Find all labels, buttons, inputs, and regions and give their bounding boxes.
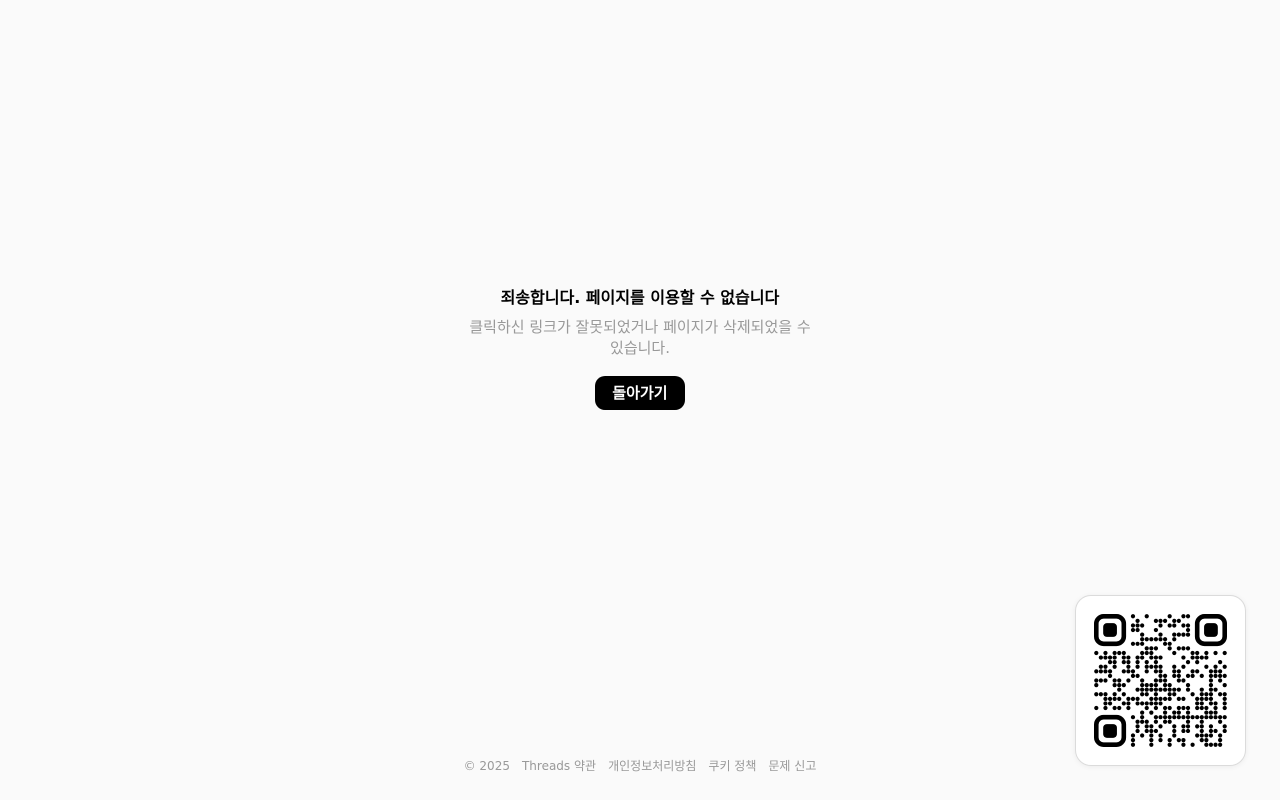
error-title: 죄송합니다. 페이지를 이용할 수 없습니다 <box>500 288 780 307</box>
footer-link-cookies[interactable]: 쿠키 정책 <box>708 757 756 775</box>
error-message: 클릭하신 링크가 잘못되었거나 페이지가 삭제되었을 수 있습니다. <box>469 318 811 357</box>
error-panel: 죄송합니다. 페이지를 이용할 수 없습니다 클릭하신 링크가 잘못되었거나 페… <box>0 286 1280 410</box>
qr-code-icon <box>1094 614 1227 747</box>
footer-link-terms[interactable]: Threads 약관 <box>522 757 596 775</box>
qr-code-card <box>1075 595 1246 766</box>
footer-link-report[interactable]: 문제 신고 <box>768 757 816 775</box>
footer-copyright: © 2025 <box>463 759 510 773</box>
back-button[interactable]: 돌아가기 <box>595 376 685 410</box>
footer-link-privacy[interactable]: 개인정보처리방침 <box>608 757 696 775</box>
page: 죄송합니다. 페이지를 이용할 수 없습니다 클릭하신 링크가 잘못되었거나 페… <box>0 0 1280 800</box>
